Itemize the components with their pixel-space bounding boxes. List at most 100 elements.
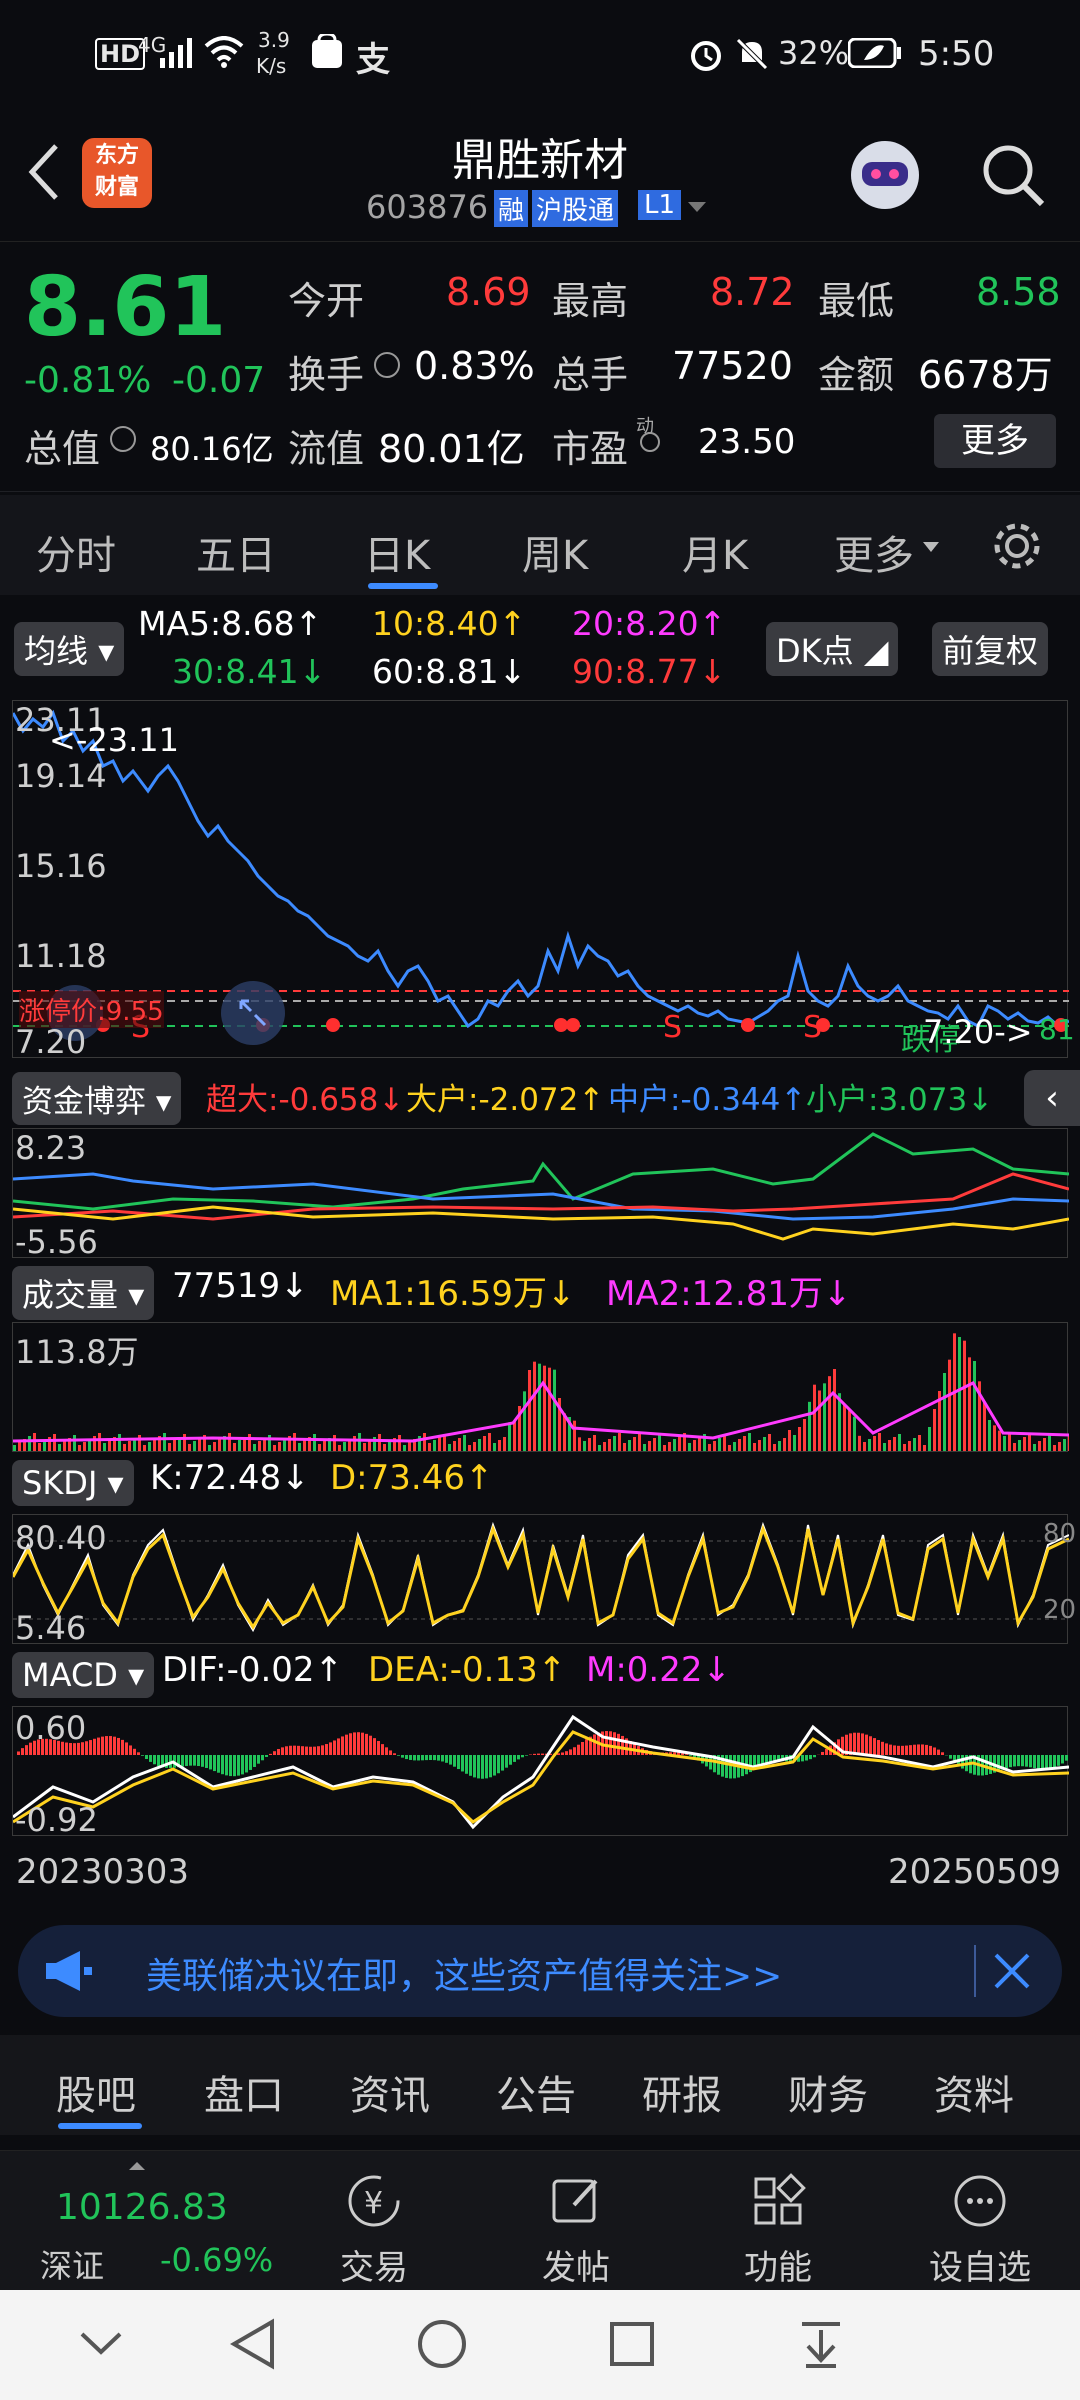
macd-bar [153,1755,156,1765]
macd-bar [813,1755,816,1758]
alarm-icon [691,41,721,71]
macd-bar [213,1755,216,1772]
macd-bar [301,1746,304,1755]
tab-five-day[interactable]: 五日 [196,523,276,581]
tab-announcements[interactable]: 公告 [496,2063,576,2121]
chevron-down-icon[interactable] [922,541,940,553]
recents-square-icon[interactable] [608,2320,656,2368]
dk-point-button[interactable]: DK点 ◢ [766,622,899,676]
fund-flow-panel[interactable]: 8.23 -5.56 [12,1128,1069,1261]
trade-button[interactable]: ¥ 交易 [294,2171,454,2289]
macd-bar [901,1745,904,1755]
volume-bar [723,1435,726,1451]
ma-selector-chip[interactable]: 均线 ▾ [14,622,125,676]
volume-bar [573,1420,576,1451]
skdj-panel[interactable]: 80.40 5.46 80 20 [12,1514,1076,1647]
volume-bar [298,1443,301,1451]
adjust-mode-button[interactable]: 前复权 [932,622,1049,676]
volume-bar [743,1436,746,1451]
kline-panel[interactable]: S S S 23.11 <-23.11 19.14 15.16 11.18 涨停… [12,700,1075,1061]
volume-bar [583,1441,586,1451]
info-icon[interactable] [374,352,400,378]
notification-pull-icon[interactable] [796,2318,846,2370]
level1-tag[interactable]: L1 [638,190,682,220]
functions-button[interactable]: 功能 [698,2171,858,2289]
tab-order-book[interactable]: 盘口 [204,2063,284,2121]
search-icon[interactable] [980,142,1046,208]
volume-value: 77519↓ [172,1266,309,1306]
low-value: 8.58 [976,270,1061,314]
zoom-out-icon[interactable] [221,981,285,1045]
home-circle-icon[interactable] [416,2318,468,2370]
volume-ma2: MA2:12.81万↓ [606,1274,852,1314]
macd-bar [425,1755,428,1761]
add-watchlist-button[interactable]: 设自选 [900,2171,1060,2289]
gear-icon[interactable] [990,519,1044,573]
tab-financials[interactable]: 财务 [788,2063,868,2121]
back-triangle-icon[interactable] [228,2318,278,2370]
volume-bar [773,1444,776,1451]
dk-point-label: DK点 [776,632,854,670]
index-value[interactable]: 10126.83 [56,2187,228,2228]
date-start: 20230303 [16,1852,190,1892]
macd-bar [1017,1755,1020,1767]
logo-line-top: 东方 [94,143,139,168]
close-icon[interactable] [992,1951,1032,1991]
info-icon[interactable] [110,426,136,452]
tab-guba[interactable]: 股吧 [56,2063,136,2121]
macd-bar [909,1745,912,1755]
skdj-y-bottom: 5.46 [15,1609,87,1647]
chevron-down-icon[interactable] [686,200,708,214]
small-flow: 小户:3.073↓ [806,1082,994,1118]
macd-bar [573,1747,576,1755]
macd-bar [501,1755,504,1771]
skdj-right-bottom: 20 [1043,1595,1077,1625]
volume-panel[interactable]: 113.8万 [12,1322,1069,1452]
macd-bar [689,1755,692,1756]
tab-profile[interactable]: 资料 [934,2063,1014,2121]
macd-bar [157,1755,160,1767]
macd-bar [685,1754,688,1755]
macd-bar [309,1746,312,1755]
macd-panel[interactable]: 0.60 -0.92 [12,1706,1069,1839]
macd-bar [941,1752,944,1755]
macd-bar [889,1744,892,1755]
tab-weekly-k[interactable]: 周K [522,523,588,581]
volume-bar [908,1441,911,1451]
volume-bar [798,1427,801,1451]
macd-bar [229,1755,232,1777]
more-quote-button[interactable]: 更多 [934,414,1056,468]
tab-more[interactable]: 更多 [834,523,914,581]
volume-bar [998,1430,1001,1451]
news-banner[interactable]: 美联储决议在即，这些资产值得关注>> [18,1925,1062,2017]
skdj-chip[interactable]: SKDJ ▾ [12,1460,134,1506]
tab-daily-k[interactable]: 日K [364,523,430,581]
tab-news[interactable]: 资讯 [350,2063,430,2121]
tab-intraday[interactable]: 分时 [36,523,116,581]
volume-bar [948,1359,951,1451]
back-arrow-icon[interactable] [24,142,64,202]
volume-bar [588,1438,591,1451]
macd-bar [1061,1755,1064,1764]
collapse-panel-button[interactable]: ‹ [1024,1070,1080,1126]
macd-bar [305,1746,308,1755]
macd-bar [1037,1755,1040,1769]
macd-bar [949,1755,952,1759]
stock-code: 603876 [366,188,489,226]
post-button[interactable]: 发帖 [496,2171,656,2289]
tab-monthly-k[interactable]: 月K [682,523,748,581]
info-icon[interactable] [640,432,660,452]
volume-chip[interactable]: 成交量 ▾ [12,1266,155,1320]
volume-bar [483,1436,486,1451]
banner-text[interactable]: 美联储决议在即，这些资产值得关注>> [146,1947,782,1999]
chevron-down-icon[interactable] [78,2328,124,2358]
volume-bar [993,1425,996,1451]
volume-bar [333,1435,336,1451]
macd-bar [385,1747,388,1755]
tab-research[interactable]: 研报 [642,2063,722,2121]
eastmoney-logo[interactable]: 东方 财富 [82,138,152,208]
macd-chip[interactable]: MACD ▾ [12,1652,155,1698]
fund-flow-chip[interactable]: 资金博弈 ▾ [12,1072,182,1125]
robot-assistant-icon[interactable] [842,132,928,218]
chevron-up-icon[interactable] [128,2161,146,2171]
